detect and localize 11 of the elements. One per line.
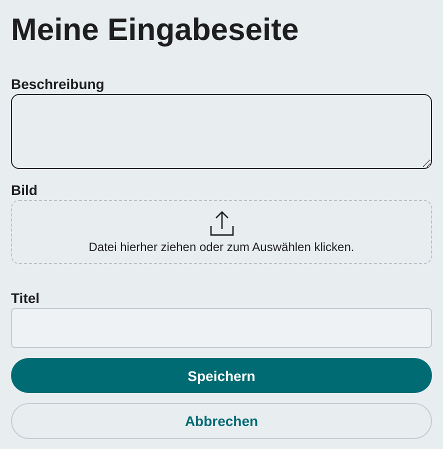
- form-button[interactable]: Abbrechen: [11, 403, 432, 439]
- upload-hint: Datei hierher ziehen oder zum Auswählen klicken.: [88, 240, 354, 254]
- upload-icon: [210, 210, 234, 236]
- field-label: Titel: [11, 290, 40, 306]
- form-button[interactable]: Speichern: [11, 358, 432, 394]
- field-label: Bild: [11, 182, 38, 198]
- page-title: Meine Eingabeseite: [11, 12, 299, 48]
- field-label: Beschreibung: [11, 76, 104, 92]
- textarea-field[interactable]: [11, 94, 432, 169]
- text-input[interactable]: [11, 308, 432, 348]
- upload-dropzone[interactable]: Datei hierher ziehen oder zum Auswählen klicken.: [11, 200, 432, 264]
